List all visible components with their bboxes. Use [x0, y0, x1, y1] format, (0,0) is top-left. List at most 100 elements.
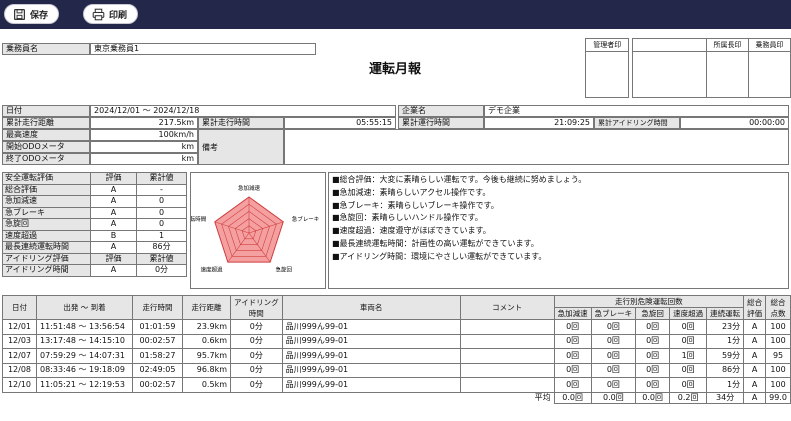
table-cell: 23.9km: [182, 319, 231, 335]
drive-time-value: 05:55:15: [284, 117, 396, 129]
distance-value: 217.5km: [90, 117, 198, 129]
eval-row: 最長連続運転時間 A 86分: [2, 241, 187, 254]
table-cell: 0.6km: [182, 333, 231, 349]
table-cell: [459, 377, 555, 393]
table-cell: 0回: [669, 319, 708, 335]
daily-table-body: 12/01 11:51:48 ～ 13:56:54 01:01:59 23.9km 0分…: [2, 319, 791, 393]
table-cell: 0回: [590, 333, 637, 349]
table-cell: A: [743, 377, 767, 393]
table-cell: 0回: [553, 319, 592, 335]
table-cell: 0回: [590, 348, 637, 364]
table-cell: 00:02:57: [132, 333, 183, 349]
table-cell: 12/07: [2, 348, 37, 364]
table-cell: 12/10: [2, 377, 37, 393]
table-cell: 11:05:21 ～ 12:19:53: [36, 377, 133, 393]
table-cell: 23分: [706, 319, 745, 335]
evaluation-table: 安全運転評価 評価 累計値 総合評価 A - 急加減速 A 0 急ブレーキ A 0 急旋回 A…: [2, 172, 187, 277]
eval-header-grade: 評価: [90, 172, 137, 185]
col-overall: 総合 評価: [743, 295, 767, 320]
table-cell: 96.8km: [182, 362, 231, 378]
table-cell: 00:02:57: [132, 377, 183, 393]
table-cell: 0.5km: [182, 377, 231, 393]
table-cell: 86分: [706, 362, 745, 378]
col-vehicle: 車両名: [281, 295, 461, 320]
table-cell: A: [743, 319, 767, 335]
save-label: 保存: [30, 10, 49, 21]
table-cell: 12/03: [2, 333, 37, 349]
col-distance: 走行距離: [182, 295, 231, 320]
comment-line: ■総合評価：大変に素晴らしい運転です。今後も継続に努めましょう。: [332, 175, 587, 184]
table-cell: 品川999ん99-01: [281, 348, 461, 364]
col-date: 日付: [2, 295, 37, 320]
table-cell: 品川999ん99-01: [281, 362, 461, 378]
eval-header-item: 安全運転評価: [2, 172, 91, 185]
company-label: 企業名: [398, 105, 484, 117]
table-cell: 12/08: [2, 362, 37, 378]
radar-axis-label: 急ブレーキ: [292, 215, 320, 223]
save-button[interactable]: 保存: [4, 4, 60, 24]
table-cell: [459, 348, 555, 364]
start-odo-label: 開始ODOメータ: [2, 141, 90, 153]
table-row[interactable]: 12/08 08:33:46 ～ 19:18:09 02:49:05 96.8km 0分…: [2, 362, 791, 378]
col-danger-accel: 急加減速: [553, 307, 592, 320]
table-cell: 100: [765, 377, 791, 393]
average-row: 平均 0.0回 0.0回 0.0回 0.2回 34分 A 99.0: [2, 391, 791, 404]
toolbar: 保存 印刷: [0, 0, 791, 29]
table-cell: 品川999ん99-01: [281, 377, 461, 393]
table-cell: 08:33:46 ～ 19:18:09: [36, 362, 133, 378]
col-danger-turn: 急旋回: [635, 307, 671, 320]
report-title: 運転月報: [368, 62, 421, 77]
col-danger-speed: 速度超過: [669, 307, 708, 320]
table-cell: A: [743, 362, 767, 378]
company-value: デモ企業: [484, 105, 789, 117]
table-cell: 0回: [553, 362, 592, 378]
table-row[interactable]: 12/07 07:59:29 ～ 14:07:31 01:58:27 95.7km 0分…: [2, 348, 791, 364]
period-value: 2024/12/01 ～ 2024/12/18: [90, 105, 396, 117]
op-time-value: 21:09:25: [484, 117, 594, 129]
table-cell: 95: [765, 348, 791, 364]
table-cell: 0分: [230, 333, 283, 349]
idle-eval-header-item: アイドリング評価: [2, 252, 91, 265]
table-cell: 0回: [590, 362, 637, 378]
table-cell: A: [743, 348, 767, 364]
stamp-boxes: 管理者印 所属長印 乗務員印: [584, 38, 791, 98]
table-cell: 0回: [669, 333, 708, 349]
table-cell: 0回: [669, 377, 708, 393]
eval-row: 急旋回 A 0: [2, 218, 187, 231]
daily-table: 日付 出発 ～ 到着 走行時間 走行距離 アイドリング 時間 車両名 コメント 走…: [2, 295, 791, 404]
idle-value: 00:00:00: [680, 117, 789, 129]
table-cell: 0回: [590, 319, 637, 335]
comment-line: ■急加減速：素晴らしいアクセル操作です。: [332, 187, 491, 197]
table-cell: 0分: [230, 362, 283, 378]
end-odo-value: km: [90, 153, 198, 165]
table-row[interactable]: 12/03 13:17:48 ～ 14:15:10 00:02:57 0.6km 0分品…: [2, 333, 791, 349]
table-cell: 0回: [635, 319, 671, 335]
table-cell: 0回: [635, 377, 671, 393]
save-icon: [14, 8, 25, 20]
idle-eval-header-total: 累計値: [136, 252, 187, 265]
radar-svg: 急加減速急ブレーキ急旋回 速度超過 運転時間: [184, 184, 320, 273]
print-button[interactable]: 印刷: [83, 4, 139, 24]
idle-eval-row: アイドリング時間 A 0分: [2, 264, 187, 277]
table-cell: 100: [765, 362, 791, 378]
table-cell: 0回: [669, 362, 708, 378]
col-depart-arrive: 出発 ～ 到着: [36, 295, 133, 320]
drive-time-label: 累計走行時間: [198, 117, 284, 129]
table-row[interactable]: 12/10 11:05:21 ～ 12:19:53 00:02:57 0.5km 0分品…: [2, 377, 791, 393]
radar-axis-label: 急旋回: [275, 265, 292, 273]
table-cell: [459, 333, 555, 349]
period-label: 日付: [2, 105, 90, 117]
table-cell: 0回: [635, 333, 671, 349]
table-cell: A: [743, 333, 767, 349]
radar-axis-label: 運転時間: [191, 215, 207, 223]
col-drive-time: 走行時間: [132, 295, 183, 320]
comment-panel: ■総合評価：大変に素晴らしい運転です。今後も継続に努めましょう。 ■急加減速：素…: [328, 172, 789, 289]
stamp-chief-box: [706, 51, 749, 98]
comment-line: ■アイドリング時間：環境にやさしい運転ができています。: [332, 251, 547, 261]
table-cell: [459, 362, 555, 378]
table-cell: 0回: [635, 362, 671, 378]
table-cell: 07:59:29 ～ 14:07:31: [36, 348, 133, 364]
table-row[interactable]: 12/01 11:51:48 ～ 13:56:54 01:01:59 23.9km 0分…: [2, 319, 791, 335]
stamp-manager-box: [584, 51, 630, 98]
table-cell: 100: [765, 333, 791, 349]
